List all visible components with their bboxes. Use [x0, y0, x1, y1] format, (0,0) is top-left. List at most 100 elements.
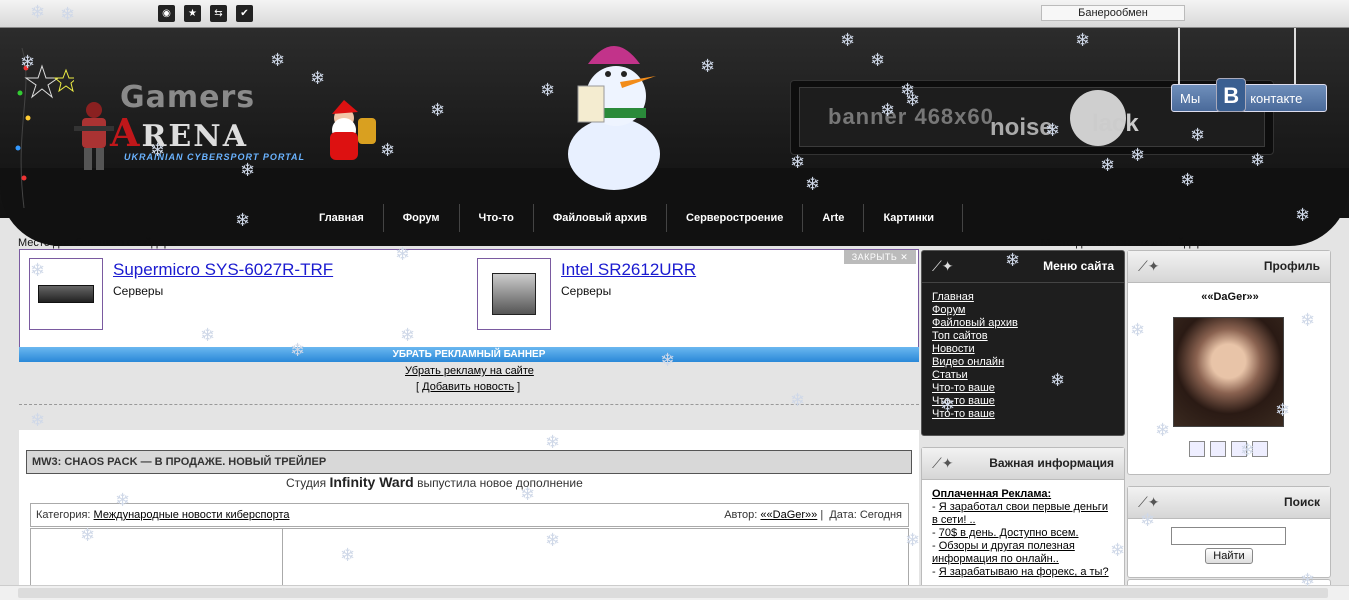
banner-exchange-link[interactable]: Банерообмен [1041, 5, 1185, 21]
vk-hanger-left [1178, 28, 1180, 86]
category-link[interactable]: Международные новости киберспорта [94, 509, 290, 521]
banner-size-text: banner 468x60 [828, 104, 994, 129]
info-item[interactable]: Обзоры и другая полезная информация по о… [932, 540, 1075, 565]
check-icon[interactable]: ✔ [236, 5, 253, 22]
nav-item-something[interactable]: Что-то [460, 204, 534, 232]
block-header: ⟋✦ Важная информация [922, 448, 1124, 480]
paid-ads-heading[interactable]: Оплаченная Реклама: [932, 488, 1051, 500]
vk-logo-icon: B [1216, 78, 1247, 112]
add-news: [ Добавить новость ] [416, 381, 520, 393]
menu-item[interactable]: Что-то ваше [932, 395, 1114, 408]
avatar[interactable] [1173, 317, 1284, 427]
nav-item-forum[interactable]: Форум [384, 204, 460, 232]
info-item[interactable]: Я заработал свои первые деньги в сети! .… [932, 501, 1108, 526]
author-link[interactable]: ««DaGer»» [760, 509, 817, 521]
ad-item[interactable]: Supermicro SYS-6027R-TRF Серверы [29, 258, 333, 330]
important-info-block: ⟋✦ Важная информация Оплаченная Реклама:… [921, 447, 1125, 600]
news-studio: Infinity Ward [329, 474, 414, 490]
vk-hanger-right [1294, 28, 1296, 86]
block-title: Меню сайта [1043, 259, 1114, 273]
remove-ads-link[interactable]: Убрать рекламу на сайте [405, 365, 534, 377]
snowflake-icon: ❄ [790, 390, 806, 411]
divider [19, 404, 919, 405]
menu-item[interactable]: Статьи [932, 369, 1114, 382]
top-strip: ◉ ★ ⇆ ✔ Банерообмен [0, 0, 1349, 28]
close-ad-button[interactable]: ЗАКРЫТЬ ✕ [844, 250, 916, 264]
category-label: Категория: [36, 509, 91, 521]
ad-category: Серверы [561, 284, 612, 298]
scrollbar-thumb[interactable] [18, 588, 1328, 598]
nav-item-file-archive[interactable]: Файловый архив [534, 204, 668, 232]
menu-item[interactable]: Топ сайтов [932, 330, 1114, 343]
top-icons: ◉ ★ ⇆ ✔ [158, 5, 253, 22]
main-nav: Главная Форум Что-то Файловый архив Серв… [300, 204, 964, 232]
block-header: ⟋✦ Поиск [1128, 487, 1330, 519]
snowman-icon [568, 46, 660, 190]
vk-we-text: Мы [1180, 90, 1201, 106]
remove-banner-button[interactable]: УБРАТЬ РЕКЛАМНЫЙ БАННЕР [19, 347, 919, 362]
profile-action-icon[interactable] [1189, 441, 1205, 457]
menu-item[interactable]: Главная [932, 291, 1114, 304]
small-slider-label: Место для маленького слайдера [1041, 237, 1209, 249]
server-thumbnail[interactable] [477, 258, 551, 330]
menu-item[interactable]: Видео онлайн [932, 356, 1114, 369]
wand-icon: ⟋✦ [1138, 495, 1160, 511]
site-menu-list: Главная Форум Файловый архив Топ сайтов … [922, 283, 1124, 429]
nav-item-pictures[interactable]: Картинки [864, 204, 964, 232]
ad-text: Intel SR2612URR Серверы [561, 258, 696, 330]
info-item[interactable]: Я зарабатываю на форекс, а ты? [939, 566, 1109, 578]
big-slider-label: Место для большого слайдера [18, 237, 177, 249]
news-meta: Категория: Международные новости киберсп… [30, 503, 909, 527]
ad-category: Серверы [113, 284, 164, 298]
nav-item-server-building[interactable]: Серверостроение [667, 204, 804, 232]
search-input[interactable] [1171, 527, 1286, 545]
profile-action-icon[interactable] [1231, 441, 1247, 457]
menu-item[interactable]: Что-то ваше [932, 382, 1114, 395]
ad-title-link[interactable]: Supermicro SYS-6027R-TRF [113, 260, 333, 280]
menu-item[interactable]: Что-то ваше [932, 408, 1114, 421]
profile-block: ⟋✦ Профиль ««DaGer»» [1127, 250, 1331, 475]
wand-icon: ⟋✦ [1138, 259, 1160, 275]
logo-arena-text: ARENA [110, 110, 248, 155]
server-icon [38, 285, 94, 303]
profile-action-icon[interactable] [1210, 441, 1226, 457]
search-block: ⟋✦ Поиск Найти [1127, 486, 1331, 578]
menu-item[interactable]: Форум [932, 304, 1114, 317]
wand-icon: ⟋✦ [932, 259, 954, 275]
nav-item-arte[interactable]: Arte [803, 204, 865, 232]
christmas-lights-icon [15, 48, 74, 208]
horizontal-scrollbar[interactable] [0, 585, 1349, 600]
profile-username: ««DaGer»» [1201, 291, 1259, 303]
menu-item[interactable]: Файловый архив [932, 317, 1114, 330]
profile-actions [1189, 441, 1268, 457]
search-button[interactable]: Найти [1205, 548, 1253, 564]
share-icon[interactable]: ⇆ [210, 5, 227, 22]
nav-item-home[interactable]: Главная [300, 204, 384, 232]
meta-separator: | [820, 509, 824, 521]
menu-item[interactable]: Новости [932, 343, 1114, 356]
rss-icon[interactable]: ◉ [158, 5, 175, 22]
block-title: Поиск [1283, 495, 1320, 509]
news-title[interactable]: MW3: CHAOS PACK — В ПРОДАЖЕ. НОВЫЙ ТРЕЙЛ… [26, 450, 912, 474]
ad-banner: Supermicro SYS-6027R-TRF Серверы Intel S… [19, 249, 919, 348]
star-icon[interactable]: ★ [184, 5, 201, 22]
logo-subtitle: UKRAINIAN CYBERSPORT PORTAL [124, 152, 306, 162]
server-icon [492, 273, 536, 315]
vkontakte-button[interactable]: Мы B контакте [1171, 78, 1327, 112]
santa-icon [330, 100, 376, 160]
ad-text: Supermicro SYS-6027R-TRF Серверы [113, 258, 333, 330]
server-thumbnail[interactable] [29, 258, 103, 330]
bracket-close: ] [514, 381, 521, 393]
ad-title-link[interactable]: Intel SR2612URR [561, 260, 696, 280]
news-text-rest: выпустила новое дополнение [417, 476, 583, 490]
snowflake-icon: ❄ [30, 410, 46, 431]
info-item[interactable]: 70$ в день. Доступно всем. [939, 527, 1079, 539]
add-news-link[interactable]: Добавить новость [422, 381, 514, 393]
banner-brand-text-2: lack [1092, 110, 1139, 137]
logo-arena-rest: RENA [141, 119, 248, 154]
date-label: Дата: [829, 509, 857, 521]
date-value: Сегодня [859, 509, 902, 521]
site-logo[interactable]: Gamers ARENA UKRAINIAN CYBERSPORT PORTAL [110, 80, 320, 170]
ad-item[interactable]: Intel SR2612URR Серверы [477, 258, 696, 330]
profile-action-icon[interactable] [1252, 441, 1268, 457]
